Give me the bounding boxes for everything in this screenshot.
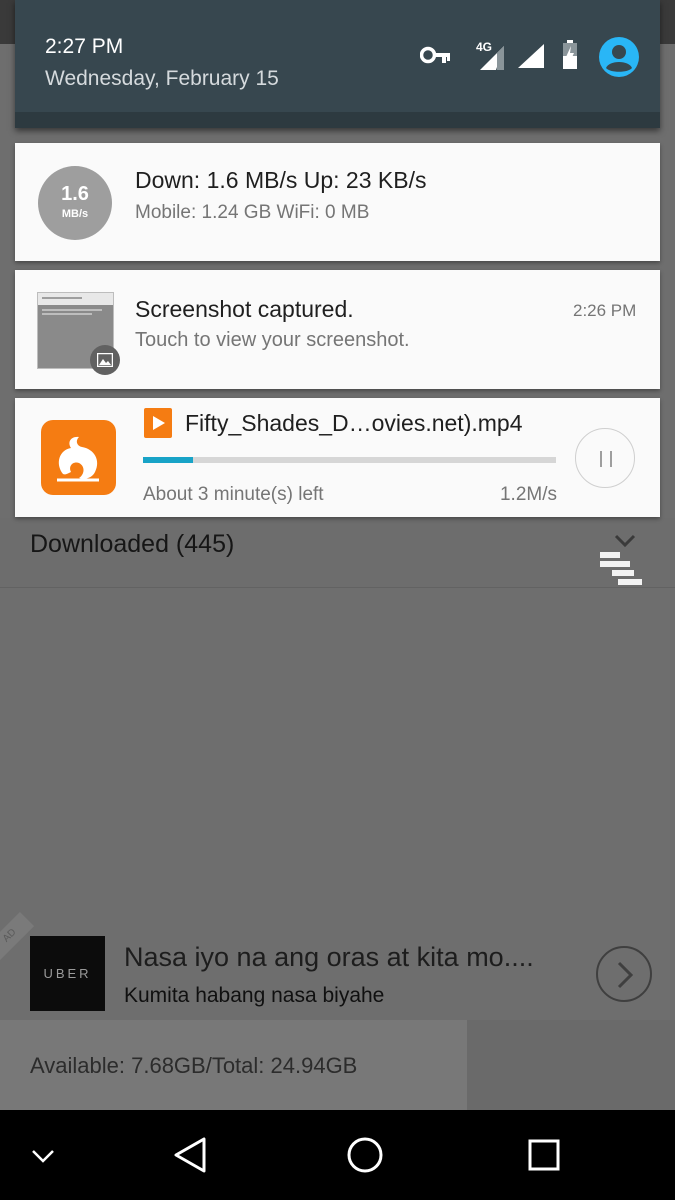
- speed-value: 1.6: [61, 183, 89, 205]
- storage-text: Available: 7.68GB/Total: 24.94GB: [30, 1053, 358, 1078]
- screenshot-time: 2:26 PM: [573, 301, 637, 320]
- downloaded-section-header[interactable]: Downloaded (445): [0, 518, 675, 588]
- notification-network-speed[interactable]: 1.6 MB/s Down: 1.6 MB/s Up: 23 KB/s Mobi…: [15, 143, 660, 261]
- download-progress-bar: [143, 457, 556, 463]
- screenshot-title: Screenshot captured.: [135, 296, 354, 322]
- download-time-left: About 3 minute(s) left: [143, 484, 324, 505]
- chevron-right-icon[interactable]: [596, 946, 652, 1002]
- notification-download[interactable]: Fifty_Shades_D…ovies.net).mp4 About 3 mi…: [15, 398, 660, 517]
- notification-screenshot[interactable]: Screenshot captured. Touch to view your …: [15, 270, 660, 389]
- video-file-icon: [144, 408, 172, 438]
- navigation-bar: [0, 1110, 675, 1200]
- ad-subtitle: Kumita habang nasa biyahe: [124, 984, 385, 1007]
- home-icon[interactable]: [345, 1132, 395, 1178]
- download-progress-fill: [143, 457, 193, 463]
- sort-icon[interactable]: [598, 550, 644, 586]
- hide-keyboard-icon[interactable]: [30, 1132, 80, 1178]
- ad-title: Nasa iyo na ang oras at kita mo....: [124, 942, 534, 972]
- pause-icon[interactable]: [575, 428, 635, 488]
- speed-meter-icon: 1.6 MB/s: [38, 166, 112, 240]
- battery-charging-icon: [561, 40, 579, 75]
- date: Wednesday, February 15: [45, 67, 279, 90]
- uber-logo: UBER: [30, 936, 105, 1011]
- notification-shade-header[interactable]: 2:27 PM Wednesday, February 15 4G: [15, 0, 660, 128]
- download-speed: 1.2M/s: [499, 484, 557, 505]
- ad-badge: AD: [0, 911, 35, 961]
- clock: 2:27 PM: [45, 35, 124, 58]
- screenshot-subtitle: Touch to view your screenshot.: [135, 329, 410, 351]
- status-icons: 4G: [419, 36, 650, 83]
- storage-bar-remaining: [467, 1020, 675, 1110]
- uc-browser-icon: [41, 420, 116, 495]
- speed-unit: MB/s: [61, 208, 89, 220]
- back-icon[interactable]: [170, 1132, 220, 1178]
- speed-usage: Mobile: 1.24 GB WiFi: 0 MB: [135, 202, 370, 223]
- account-icon[interactable]: [598, 36, 640, 83]
- image-icon: [90, 345, 120, 375]
- downloaded-label: Downloaded (445): [30, 530, 235, 558]
- download-list-empty-area: [0, 589, 675, 919]
- storage-info: Available: 7.68GB/Total: 24.94GB: [0, 1020, 467, 1110]
- download-filename: Fifty_Shades_D…ovies.net).mp4: [185, 410, 523, 436]
- vpn-key-icon: [419, 45, 452, 70]
- shade-divider: [15, 112, 660, 128]
- wifi-signal-icon: [516, 42, 546, 75]
- speed-up-down: Down: 1.6 MB/s Up: 23 KB/s: [135, 167, 427, 193]
- ad-banner[interactable]: AD UBER Nasa iyo na ang oras at kita mo.…: [0, 911, 675, 1022]
- recents-icon[interactable]: [525, 1132, 575, 1178]
